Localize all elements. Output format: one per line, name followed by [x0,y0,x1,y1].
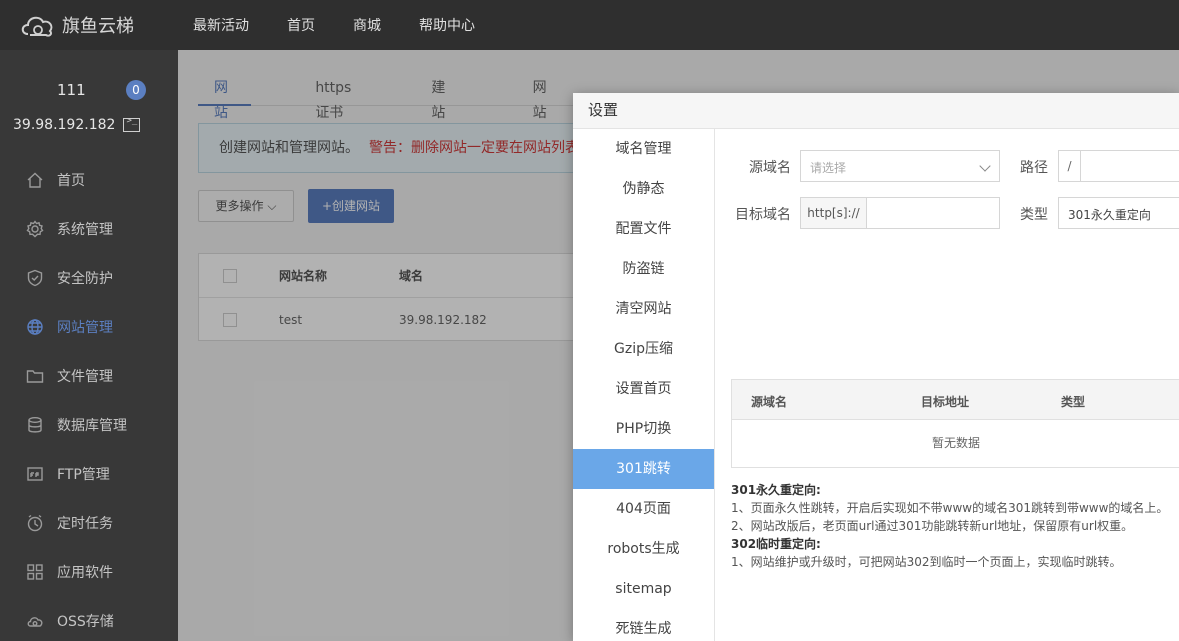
sidebar-item-label: OSS存储 [57,613,114,630]
settings-nav-clear-site[interactable]: 清空网站 [573,289,714,329]
column-header-type: 类型 [1061,395,1086,409]
sidebar-item-label: 首页 [57,172,85,189]
settings-nav-domain[interactable]: 域名管理 [573,129,714,169]
dialog-title: 设置 [573,93,1179,129]
sidebar-item-label: 系统管理 [57,221,113,238]
sidebar-item-cron[interactable]: 定时任务 [0,498,178,547]
user-name: 111 [57,81,86,99]
redirect-help: 301永久重定向: 1、页面永久性跳转，开启后实现如不带www的域名301跳转到… [731,481,1179,571]
folder-icon [26,367,44,385]
topnav-home[interactable]: 首页 [287,15,315,35]
source-domain-placeholder: 请选择 [810,161,847,175]
gear-icon [26,219,44,238]
help-heading-302: 302临时重定向: [731,537,821,551]
chevron-down-icon [979,160,991,172]
sidebar-item-label: 网站管理 [57,319,113,336]
top-bar: 旗鱼云梯 最新活动 首页 商城 帮助中心 [0,0,1179,50]
sidebar-item-apps[interactable]: 应用软件 [0,547,178,596]
brand-name: 旗鱼云梯 [62,16,134,37]
settings-nav-config[interactable]: 配置文件 [573,209,714,249]
sidebar-item-home[interactable]: 首页 [0,155,178,204]
shield-icon [26,269,44,287]
settings-nav-deadlink[interactable]: 死链生成 [573,609,714,641]
target-domain-label: 目标域名 [735,207,791,223]
apps-icon [26,563,44,581]
home-icon [26,171,44,189]
server-ip: 39.98.192.182 [13,117,116,133]
sidebar: 111 0 39.98.192.182 首页 系统管理 安全防护 网站管理 文件… [0,50,178,641]
redirect-type-select[interactable]: 301永久重定向 [1058,197,1179,229]
logo[interactable]: 旗鱼云梯 [18,7,134,43]
path-input[interactable]: / [1058,150,1179,182]
sidebar-item-ftp[interactable]: FTP管理 [0,449,178,498]
top-nav: 最新活动 首页 商城 帮助中心 [193,0,513,50]
settings-nav-301[interactable]: 301跳转 [573,449,714,489]
topnav-shop[interactable]: 商城 [353,15,381,35]
path-prefix: / [1059,151,1081,181]
settings-nav-sitemap[interactable]: sitemap [573,569,714,609]
topnav-help-center[interactable]: 帮助中心 [419,15,475,35]
settings-dialog: 设置 域名管理 伪静态 配置文件 防盗链 清空网站 Gzip压缩 设置首页 PH… [573,93,1179,641]
help-line: 1、页面永久性跳转，开启后实现如不带www的域名301跳转到带www的域名上。 [731,501,1169,515]
sidebar-item-label: 定时任务 [57,515,113,532]
redirect-table-header: 源域名 目标地址 类型 [732,380,1179,420]
sidebar-item-label: 安全防护 [57,270,113,287]
ftp-icon [26,465,44,483]
terminal-icon[interactable] [123,116,141,132]
settings-nav-php[interactable]: PHP切换 [573,409,714,449]
help-heading-301: 301永久重定向: [731,483,821,497]
target-domain-input[interactable]: http[s]:// [800,197,1000,229]
settings-nav-gzip[interactable]: Gzip压缩 [573,329,714,369]
sidebar-item-files[interactable]: 文件管理 [0,351,178,400]
sidebar-item-label: 数据库管理 [57,417,127,434]
help-line: 1、网站维护或升级时，可把网站302到临时一个页面上，实现临时跳转。 [731,555,1122,569]
clock-icon [26,514,44,532]
cloud-storage-icon [26,612,44,630]
path-label: 路径 [1020,160,1048,176]
settings-nav-robots[interactable]: robots生成 [573,529,714,569]
sidebar-item-label: 文件管理 [57,368,113,385]
table-empty-state: 暂无数据 [931,436,980,450]
sidebar-menu: 首页 系统管理 安全防护 网站管理 文件管理 数据库管理 FTP管理 定时任务 [0,155,178,641]
sidebar-item-label: 应用软件 [57,564,113,581]
settings-nav-hotlink[interactable]: 防盗链 [573,249,714,289]
type-label: 类型 [1020,207,1048,223]
settings-nav-rewrite[interactable]: 伪静态 [573,169,714,209]
database-icon [26,416,44,434]
source-domain-select[interactable]: 请选择 [800,150,1000,182]
sidebar-item-website[interactable]: 网站管理 [0,302,178,351]
settings-nav: 域名管理 伪静态 配置文件 防盗链 清空网站 Gzip压缩 设置首页 PHP切换… [573,129,715,641]
settings-nav-index[interactable]: 设置首页 [573,369,714,409]
notification-badge[interactable]: 0 [126,80,146,100]
settings-nav-404[interactable]: 404页面 [573,489,714,529]
help-line: 2、网站改版后，老页面url通过301功能跳转新url地址，保留原有url权重。 [731,519,1134,533]
redirect-type-value: 301永久重定向 [1068,208,1151,222]
sidebar-item-oss[interactable]: OSS存储 [0,596,178,641]
column-header-source-domain: 源域名 [751,395,788,409]
topnav-latest-activity[interactable]: 最新活动 [193,15,249,35]
column-header-target-address: 目标地址 [921,395,970,409]
redirect-table: 源域名 目标地址 类型 暂无数据 [731,379,1179,468]
target-protocol-prefix: http[s]:// [801,198,867,228]
sidebar-item-system[interactable]: 系统管理 [0,204,178,253]
redirect-panel: 源域名 请选择 路径 / 目标域名 http[s]:// 类型 301永久重定向… [716,129,1179,641]
sidebar-item-security[interactable]: 安全防护 [0,253,178,302]
server-ip-row: 39.98.192.182 [13,116,141,133]
source-domain-label: 源域名 [749,160,791,176]
sidebar-item-database[interactable]: 数据库管理 [0,400,178,449]
cloud-logo-icon [21,16,53,37]
globe-icon [26,318,44,336]
sidebar-item-label: FTP管理 [57,466,110,483]
